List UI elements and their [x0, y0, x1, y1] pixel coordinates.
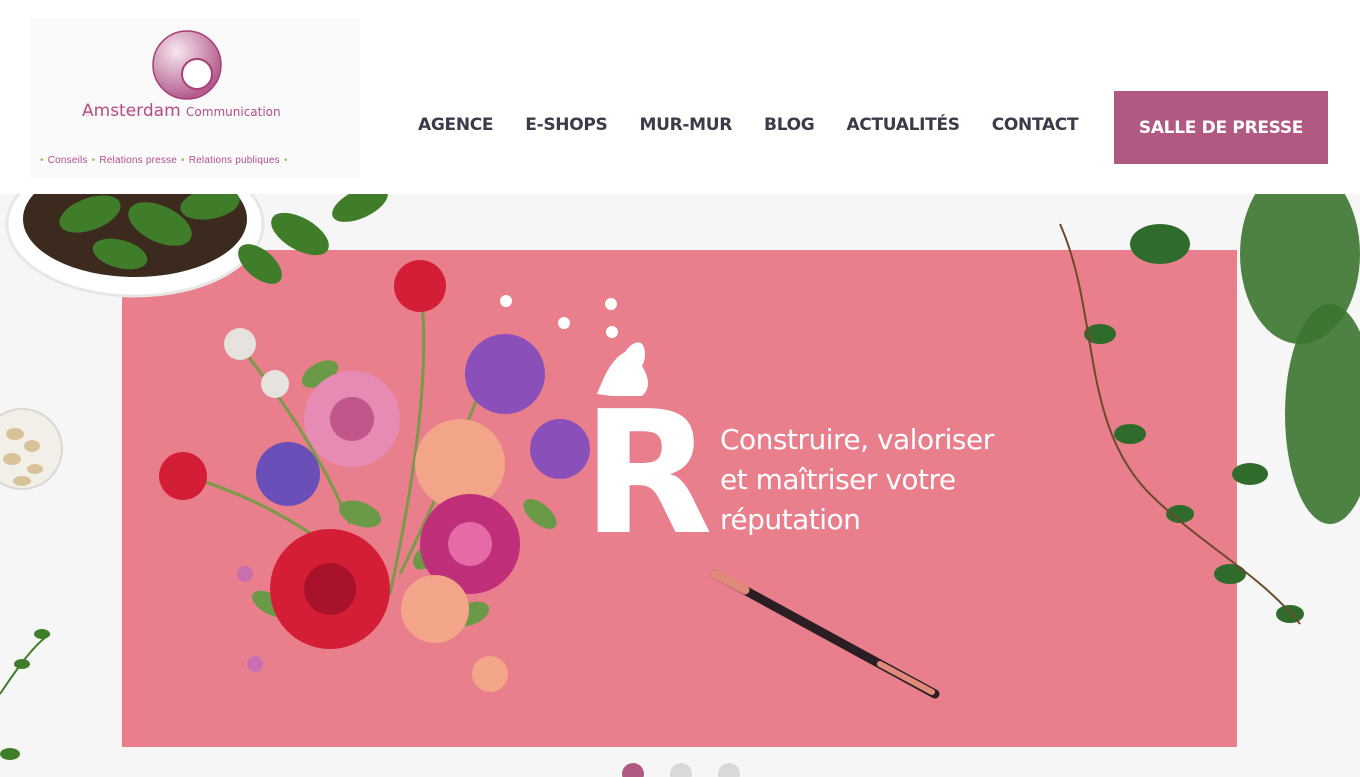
- slider-dot-2[interactable]: [670, 763, 692, 777]
- potted-plant-image: [5, 194, 388, 298]
- nav-item-contact[interactable]: CONTACT: [976, 115, 1095, 135]
- nav-item-blog[interactable]: BLOG: [748, 115, 830, 135]
- nav-item-agence[interactable]: AGENCE: [402, 115, 509, 135]
- hero-slider: R Construire, valoriser et maîtriser vot…: [0, 194, 1360, 777]
- nav-item-actualites[interactable]: ACTUALITÉS: [830, 115, 975, 135]
- main-nav: AGENCE E-SHOPS MUR-MUR BLOG ACTUALITÉS C…: [402, 115, 1094, 135]
- hero-headline: Construire, valoriser et maîtriser votre…: [720, 420, 1080, 540]
- logo-circle-icon: [152, 30, 222, 100]
- brand-tagline: • Conseils • Relations presse • Relations pub…: [40, 155, 288, 166]
- ivy-plant-image: [1059, 194, 1360, 625]
- brand-name-reflection: Amsterdam: [82, 106, 181, 118]
- headline-line: Construire, valoriser: [720, 423, 994, 456]
- press-room-button[interactable]: SALLE DE PRESSE: [1114, 91, 1328, 164]
- pebble-jar-image: [0, 408, 63, 490]
- sprig-image: [0, 629, 51, 760]
- slider-dot-1[interactable]: [622, 763, 644, 777]
- flower-bouquet-image: [159, 260, 590, 692]
- nav-item-e-shops[interactable]: E-SHOPS: [509, 115, 623, 135]
- nav-item-mur-mur[interactable]: MUR-MUR: [623, 115, 748, 135]
- pen-image: [710, 569, 940, 699]
- hero-illustration: R: [0, 194, 1360, 760]
- brand-logo[interactable]: Amsterdam Communication Amsterdam • Conse…: [30, 18, 360, 178]
- headline-line: et maîtriser votre: [720, 463, 956, 496]
- slider-pagination: [622, 763, 740, 777]
- headline-line: réputation: [720, 503, 861, 536]
- site-header: Amsterdam Communication Amsterdam • Conse…: [0, 0, 1360, 194]
- slider-dot-3[interactable]: [718, 763, 740, 777]
- hero-big-letter: R: [582, 375, 713, 573]
